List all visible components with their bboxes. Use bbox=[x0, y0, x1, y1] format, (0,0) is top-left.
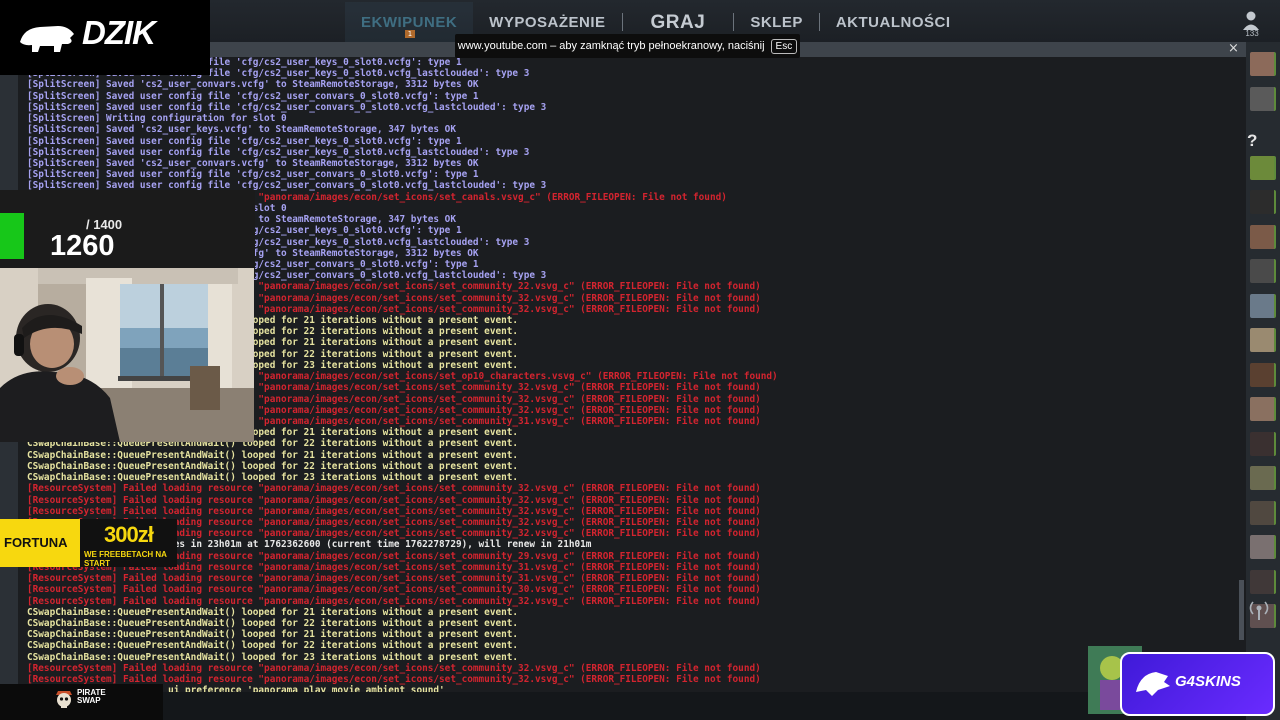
console-line: [ResourceSystem] Failed loading resource… bbox=[27, 573, 761, 585]
friend-avatar[interactable] bbox=[1250, 362, 1276, 387]
friend-avatar[interactable] bbox=[1250, 155, 1276, 180]
friend-avatar[interactable] bbox=[1250, 86, 1276, 111]
console-line: [SplitScreen] Saved user config file 'cf… bbox=[27, 169, 479, 181]
boar-logo-icon bbox=[1136, 672, 1170, 696]
fortuna-banner[interactable]: FORTUNA 300zł WE FREEBETACH NA START bbox=[0, 519, 177, 567]
console-line: CSwapChainBase::QueuePresentAndWait() lo… bbox=[27, 606, 519, 618]
console-input-bar[interactable] bbox=[18, 692, 1246, 720]
console-line: [SplitScreen] Saved 'cs2_user_convars.vc… bbox=[27, 79, 479, 91]
console-line: [ResourceSystem] Failed loading resource… bbox=[27, 662, 761, 674]
console-line: CSwapChainBase::QueuePresentAndWait() lo… bbox=[27, 449, 519, 461]
console-line: [ResourceSystem] Failed loading resource… bbox=[27, 494, 761, 506]
console-line: CSwapChainBase::QueuePresentAndWait() lo… bbox=[27, 472, 519, 484]
friend-avatar[interactable] bbox=[1250, 466, 1276, 490]
friend-avatar[interactable] bbox=[1250, 569, 1276, 594]
console-close-button[interactable]: × bbox=[1228, 41, 1239, 56]
friend-avatar[interactable] bbox=[1250, 259, 1276, 283]
console-line: [SplitScreen] Saved user config file 'cf… bbox=[27, 90, 479, 102]
console-line: CSwapChainBase::QueuePresentAndWait() lo… bbox=[27, 629, 519, 641]
console-line: CSwapChainBase::QueuePresentAndWait() lo… bbox=[27, 460, 519, 472]
console-line: [ResourceSystem] Failed loading resource… bbox=[27, 483, 761, 495]
pirate-line-2: SWAP bbox=[77, 696, 101, 705]
broadcast-icon[interactable] bbox=[1248, 598, 1270, 622]
console-line: CSwapChainBase::QueuePresentAndWait() lo… bbox=[27, 651, 519, 663]
webcam-feed bbox=[0, 268, 254, 442]
console-line: [ResourceSystem] Failed loading resource… bbox=[27, 505, 761, 517]
esc-key-badge: Esc bbox=[770, 38, 798, 54]
help-icon[interactable]: ? bbox=[1247, 131, 1257, 151]
console-line: [SplitScreen] Saved 'cs2_user_keys.vcfg'… bbox=[27, 124, 456, 136]
fullscreen-notice-text: www.youtube.com – aby zamknąć tryb pełno… bbox=[457, 40, 765, 52]
friend-avatar[interactable] bbox=[1250, 328, 1276, 352]
friend-avatar[interactable] bbox=[1250, 397, 1276, 421]
fortuna-amount: 300zł bbox=[104, 522, 154, 547]
fullscreen-notice: www.youtube.com – aby zamknąć tryb pełno… bbox=[455, 34, 800, 58]
boar-icon bbox=[20, 26, 74, 52]
friend-avatar[interactable] bbox=[1250, 52, 1276, 76]
console-line: [SplitScreen] Saved 'cs2_user_convars.vc… bbox=[27, 157, 479, 169]
console-line: [SplitScreen] Saved user config file 'cf… bbox=[27, 101, 547, 113]
console-line: [SplitScreen] Saved user config file 'cf… bbox=[27, 135, 462, 147]
hp-progress-bar bbox=[0, 213, 24, 259]
friend-avatar[interactable] bbox=[1250, 293, 1276, 318]
g4skins-name: G4SKINS bbox=[1175, 673, 1241, 690]
webcam-top bbox=[0, 190, 255, 278]
console-line: [SplitScreen] Writing configuration for … bbox=[27, 113, 287, 125]
dzik-logo: DZIK bbox=[0, 0, 210, 75]
hp-current: 1260 bbox=[50, 230, 115, 262]
sidebar-scrollbar[interactable] bbox=[1239, 580, 1244, 640]
friend-avatar[interactable] bbox=[1250, 500, 1276, 525]
fortuna-name: FORTUNA bbox=[4, 535, 68, 550]
tab-aktualnosci[interactable]: AKTUALNOŚCI bbox=[820, 2, 967, 42]
profile-count: 133 bbox=[1245, 29, 1259, 38]
console-line: CSwapChainBase::QueuePresentAndWait() lo… bbox=[27, 640, 519, 652]
console-line: CSwapChainBase::QueuePresentAndWait() lo… bbox=[27, 617, 519, 629]
brand-name: DZIK bbox=[82, 14, 156, 51]
webcam-image bbox=[0, 268, 254, 442]
pirate-skull-icon bbox=[56, 691, 72, 708]
friend-avatar[interactable] bbox=[1250, 431, 1276, 456]
console-line: [ResourceSystem] Failed loading resource… bbox=[27, 584, 761, 596]
fortuna-tagline: WE FREEBETACH NA START bbox=[84, 550, 167, 567]
pirateswap-name: PIRATE SWAP bbox=[77, 689, 106, 705]
friend-avatar[interactable] bbox=[1250, 190, 1276, 214]
friend-avatar[interactable] bbox=[1250, 535, 1276, 559]
console-line: [SplitScreen] Saved user config file 'cf… bbox=[27, 146, 530, 158]
inventory-badge: 1 bbox=[405, 30, 415, 38]
friend-avatar[interactable] bbox=[1250, 224, 1276, 249]
console-line: [ResourceSystem] Failed loading resource… bbox=[27, 595, 761, 607]
